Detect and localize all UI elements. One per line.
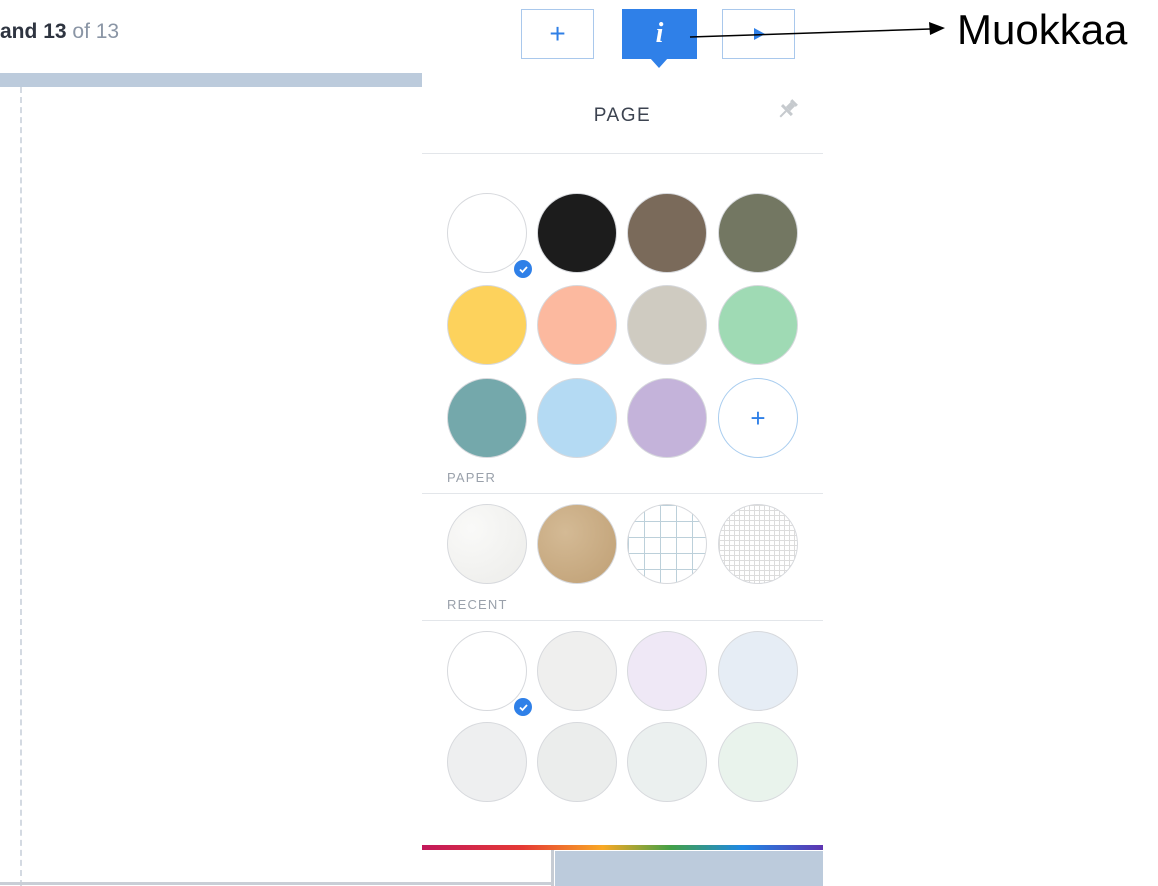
plus-icon: + bbox=[750, 402, 766, 433]
add-button[interactable]: + bbox=[521, 9, 594, 59]
recent-color-swatch[interactable] bbox=[537, 722, 617, 802]
color-swatch-white[interactable] bbox=[447, 193, 532, 278]
total-page-number: 13 bbox=[95, 20, 120, 43]
color-swatch-brown[interactable] bbox=[627, 193, 707, 273]
color-swatch-peach[interactable] bbox=[537, 285, 617, 365]
canvas-top-bar bbox=[0, 73, 422, 87]
canvas-margin-guide bbox=[20, 87, 22, 886]
current-page-number: 13 bbox=[43, 20, 67, 43]
play-button[interactable] bbox=[722, 9, 795, 59]
selected-check-icon bbox=[514, 698, 532, 716]
page-color-panel: PAGE + PAPER RECENT bbox=[422, 87, 823, 847]
recent-color-swatch[interactable] bbox=[718, 631, 798, 711]
color-swatch-yellow[interactable] bbox=[447, 285, 527, 365]
color-swatch-light-blue[interactable] bbox=[537, 378, 617, 458]
paper-swatch-large-grid[interactable] bbox=[627, 504, 707, 584]
color-swatch-teal[interactable] bbox=[447, 378, 527, 458]
paper-section-divider bbox=[422, 493, 823, 494]
info-button[interactable]: i bbox=[622, 9, 697, 59]
paper-swatch-kraft[interactable] bbox=[537, 504, 617, 584]
color-swatch-olive[interactable] bbox=[718, 193, 798, 273]
paper-section-label: PAPER bbox=[447, 470, 497, 485]
annotation-label: Muokkaa bbox=[957, 6, 1128, 53]
paper-swatch-white-textured[interactable] bbox=[447, 504, 527, 584]
canvas-bottom-edge bbox=[0, 882, 553, 885]
color-swatch-lavender[interactable] bbox=[627, 378, 707, 458]
selected-check-icon bbox=[514, 260, 532, 278]
recent-color-swatch[interactable] bbox=[447, 722, 527, 802]
panel-title: PAGE bbox=[593, 105, 652, 126]
color-swatch-mint[interactable] bbox=[718, 285, 798, 365]
recent-color-swatch[interactable] bbox=[447, 631, 532, 716]
info-button-caret bbox=[650, 58, 668, 68]
recent-color-swatch[interactable] bbox=[627, 631, 707, 711]
color-spectrum-bar bbox=[422, 845, 823, 850]
plus-icon: + bbox=[549, 18, 566, 49]
recent-color-swatch[interactable] bbox=[718, 722, 798, 802]
panel-header-divider bbox=[422, 153, 823, 154]
pin-icon[interactable] bbox=[774, 95, 802, 123]
recent-color-swatch[interactable] bbox=[537, 631, 617, 711]
page-counter-prefix: and bbox=[0, 20, 38, 43]
canvas-bottom-area bbox=[555, 851, 823, 886]
canvas-side-edge bbox=[551, 848, 554, 886]
color-swatch-stone[interactable] bbox=[627, 285, 707, 365]
add-custom-color-button[interactable]: + bbox=[718, 378, 798, 458]
page-counter-of: of bbox=[72, 20, 90, 43]
recent-section-label: RECENT bbox=[447, 597, 508, 612]
recent-section-divider bbox=[422, 620, 823, 621]
info-icon: i bbox=[655, 18, 664, 49]
recent-color-swatch[interactable] bbox=[627, 722, 707, 802]
play-icon bbox=[753, 28, 765, 40]
paper-swatch-fine-grid[interactable] bbox=[718, 504, 798, 584]
page-counter: and 13 of 13 bbox=[0, 20, 119, 44]
color-swatch-black[interactable] bbox=[537, 193, 617, 273]
